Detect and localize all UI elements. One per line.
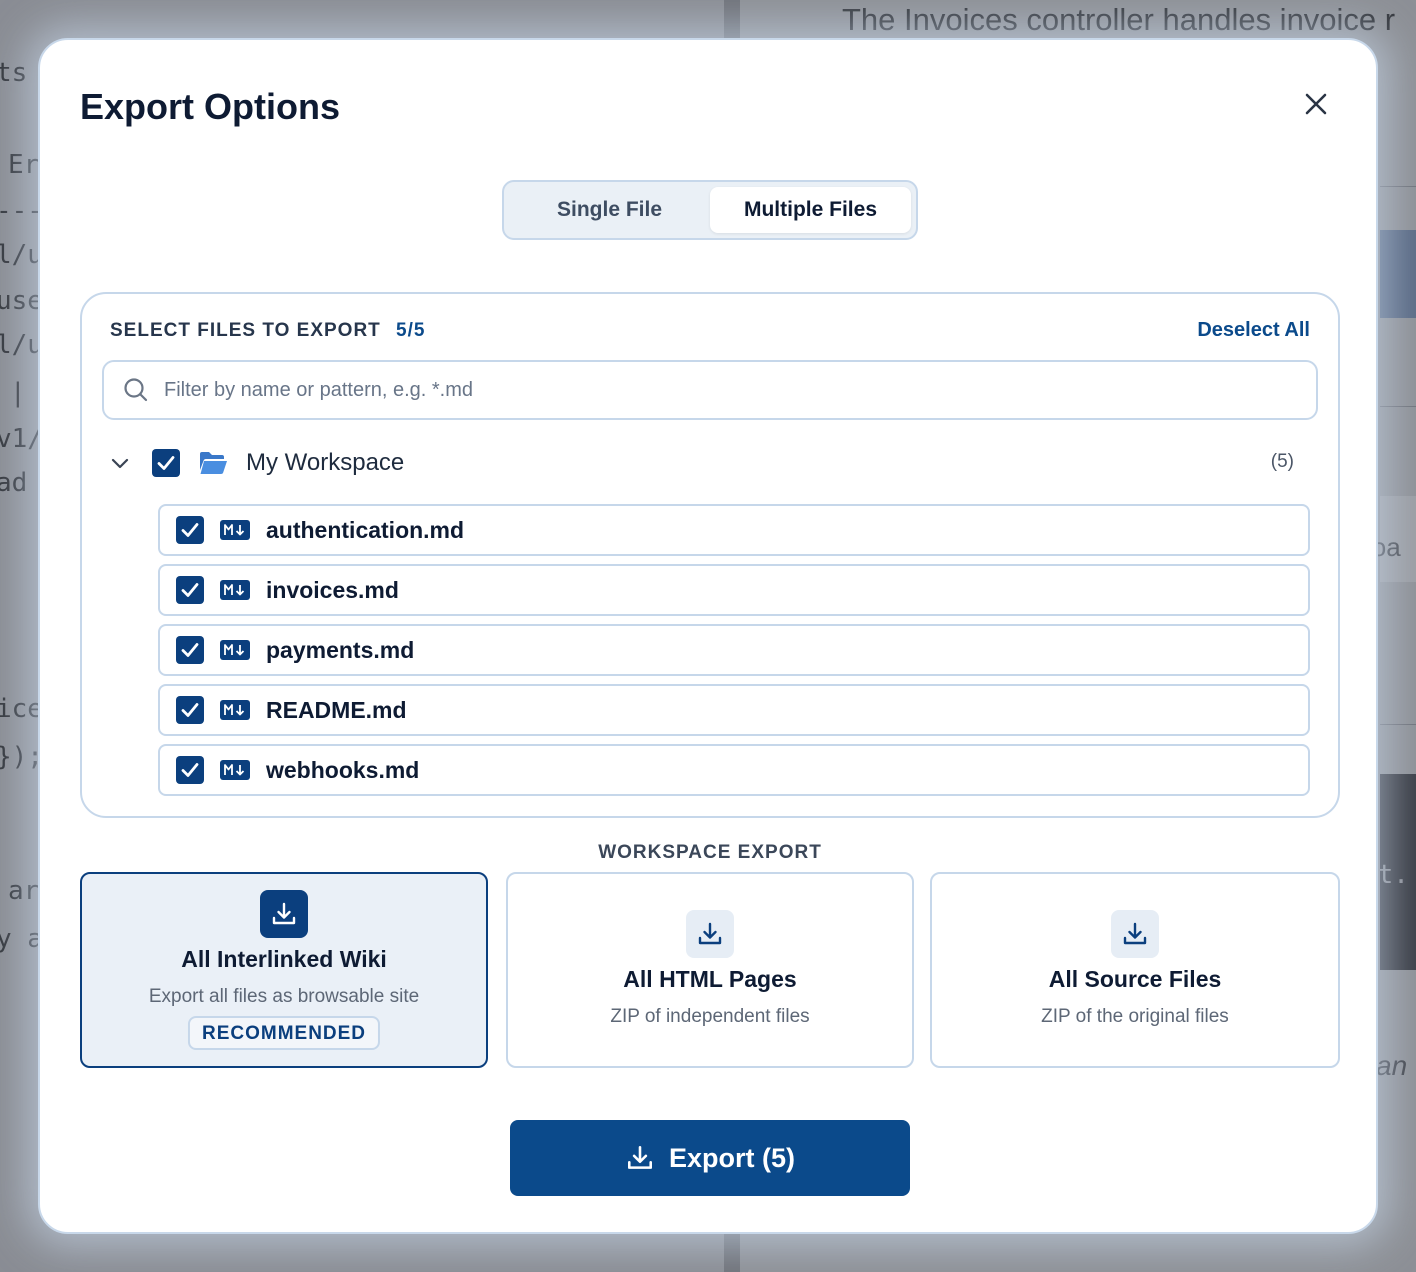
download-icon xyxy=(627,1146,652,1169)
close-icon xyxy=(1305,93,1327,115)
background-code-line: ts xyxy=(0,58,28,88)
modal-title: Export Options xyxy=(80,86,340,127)
option-description: Export all files as browsable site xyxy=(148,986,420,1007)
markdown-icon xyxy=(220,520,250,540)
workspace-export-label: WORKSPACE EXPORT xyxy=(598,842,822,863)
background-code-line: ice xyxy=(0,694,43,724)
option-description: ZIP of independent files xyxy=(610,1006,810,1027)
search-input[interactable] xyxy=(164,378,1316,402)
download-icon xyxy=(260,890,308,938)
export-options-modal: Export Options Single File Multiple File… xyxy=(38,38,1378,1234)
background-heading: The Invoices controller handles invoice … xyxy=(842,2,1396,37)
background-code-line: }); xyxy=(0,742,43,772)
markdown-icon xyxy=(220,580,250,600)
background-code-line: ad xyxy=(0,468,28,498)
option-title: All Interlinked Wiki xyxy=(181,946,387,972)
file-row-invoices[interactable]: invoices.md xyxy=(158,564,1310,616)
background-code-line: v1/ xyxy=(0,424,43,454)
check-icon xyxy=(157,456,175,470)
workspace-label: My Workspace xyxy=(246,449,405,476)
deselect-all-button[interactable]: Deselect All xyxy=(1197,319,1310,342)
file-row-readme[interactable]: README.md xyxy=(158,684,1310,736)
background-block xyxy=(1380,230,1416,318)
option-description: ZIP of the original files xyxy=(1041,1006,1229,1027)
export-mode-toggle: Single File Multiple Files xyxy=(502,180,918,240)
workspace-checkbox[interactable] xyxy=(152,449,180,477)
search-icon xyxy=(122,376,150,404)
background-code-line: y a xyxy=(0,924,43,954)
folder-open-icon xyxy=(198,450,228,476)
check-icon xyxy=(181,703,199,717)
check-icon xyxy=(181,643,199,657)
export-button-label: Export (5) xyxy=(668,1142,795,1173)
option-title: All Source Files xyxy=(1048,966,1222,992)
background-code-line: l/u xyxy=(0,330,43,360)
file-checkbox[interactable] xyxy=(176,516,204,544)
close-button[interactable] xyxy=(1296,84,1336,124)
recommended-badge: RECOMMENDED xyxy=(187,1016,381,1050)
background-code-line: | xyxy=(10,378,26,408)
file-name: README.md xyxy=(266,696,407,723)
workspace-file-count: (5) xyxy=(1270,451,1294,472)
download-icon xyxy=(1111,910,1159,958)
file-name: authentication.md xyxy=(266,516,465,543)
file-name: webhooks.md xyxy=(266,756,420,783)
file-checkbox[interactable] xyxy=(176,576,204,604)
background-code-line: ar xyxy=(8,876,40,906)
background-code-line: l/u xyxy=(0,240,43,270)
background-separator xyxy=(1380,186,1416,187)
file-checkbox[interactable] xyxy=(176,696,204,724)
check-icon xyxy=(181,583,199,597)
check-icon xyxy=(181,523,199,537)
file-name: payments.md xyxy=(266,636,415,663)
chevron-down-icon[interactable] xyxy=(102,445,138,481)
background-code-line: use xyxy=(0,286,43,316)
markdown-icon xyxy=(220,640,250,660)
file-row-payments[interactable]: payments.md xyxy=(158,624,1310,676)
file-name: invoices.md xyxy=(266,576,399,603)
export-button[interactable]: Export (5) xyxy=(510,1120,910,1196)
background-separator xyxy=(1380,406,1416,407)
file-selection-panel: SELECT FILES TO EXPORT 5/5 Deselect All xyxy=(80,292,1340,818)
file-checkbox[interactable] xyxy=(176,756,204,784)
file-row-webhooks[interactable]: webhooks.md xyxy=(158,744,1310,796)
tab-single-file[interactable]: Single File xyxy=(509,187,710,233)
markdown-icon xyxy=(220,760,250,780)
file-checkbox[interactable] xyxy=(176,636,204,664)
option-all-html-pages[interactable]: All HTML Pages ZIP of independent files xyxy=(506,872,914,1068)
file-list: authentication.md invoices.md payments.m xyxy=(158,504,1310,804)
background-separator xyxy=(1380,724,1416,725)
background-code-line: Er xyxy=(8,150,40,180)
option-all-source-files[interactable]: All Source Files ZIP of the original fil… xyxy=(930,872,1340,1068)
selected-count: 5/5 xyxy=(396,320,426,341)
background-text-fragment: an xyxy=(1376,1050,1408,1081)
search-box xyxy=(102,360,1318,420)
panel-label: SELECT FILES TO EXPORT xyxy=(110,320,381,341)
check-icon xyxy=(181,763,199,777)
option-title: All HTML Pages xyxy=(623,966,797,992)
option-all-interlinked-wiki[interactable]: All Interlinked Wiki Export all files as… xyxy=(80,872,488,1068)
markdown-icon xyxy=(220,700,250,720)
tab-multiple-files[interactable]: Multiple Files xyxy=(710,187,911,233)
file-row-authentication[interactable]: authentication.md xyxy=(158,504,1310,556)
download-icon xyxy=(686,910,734,958)
workspace-tree-root: My Workspace (5) xyxy=(102,442,1302,484)
